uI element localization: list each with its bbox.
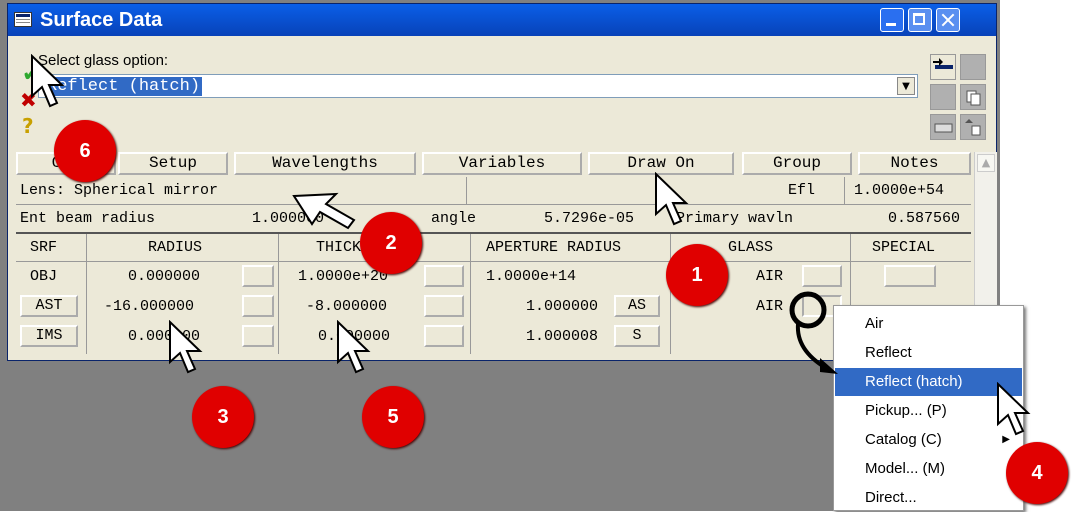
- title-bar[interactable]: Surface Data: [8, 4, 996, 36]
- primary-wavln-value: 0.587560: [888, 210, 961, 227]
- toolbar-blank-button-2[interactable]: [930, 84, 956, 110]
- command-button-bar: Get Setup Wavelengths Variables Draw On …: [16, 152, 981, 175]
- glass-cell[interactable]: AIR: [756, 293, 783, 320]
- thickness-solve-button[interactable]: [424, 325, 464, 347]
- thickness-solve-button[interactable]: [424, 295, 464, 317]
- setup-button[interactable]: Setup: [118, 152, 228, 175]
- srf-button-ast[interactable]: AST: [20, 295, 78, 317]
- divider: [16, 261, 971, 262]
- cursor-arrow-icon: [169, 320, 203, 374]
- copy-icon[interactable]: [960, 84, 986, 110]
- variables-button[interactable]: Variables: [422, 152, 582, 175]
- step-badge-2: 2: [360, 212, 422, 274]
- minimize-button[interactable]: [880, 8, 904, 32]
- ent-beam-label: Ent beam radius: [20, 210, 156, 227]
- close-button[interactable]: [936, 8, 960, 32]
- radius-solve-button[interactable]: [242, 295, 274, 317]
- field-angle-label: angle: [431, 210, 477, 227]
- primary-wavln-label: Primary wavln: [676, 210, 794, 227]
- glass-option-value[interactable]: Reflect (hatch): [45, 77, 203, 96]
- step-badge-4: 4: [1006, 442, 1068, 504]
- menu-item-direct[interactable]: Direct...: [835, 484, 1022, 512]
- col-header-aperture[interactable]: APERTURE RADIUS: [486, 234, 621, 261]
- radius-solve-button[interactable]: [242, 265, 274, 287]
- toolbar-blank-button[interactable]: [960, 54, 986, 80]
- insert-row-icon[interactable]: [930, 54, 956, 80]
- help-question-icon[interactable]: ?: [22, 114, 34, 138]
- col-header-glass[interactable]: GLASS: [728, 234, 773, 261]
- menu-item-catalog-label: Catalog (C): [865, 431, 942, 448]
- table-row[interactable]: OBJ 0.000000 1.0000e+20 1.0000e+14 AIR: [16, 263, 971, 290]
- cursor-arrow-icon: [655, 172, 689, 226]
- cursor-arrow-icon: [337, 320, 371, 374]
- lens-info-row: Lens: Spherical mirror Efl 1.0000e+54: [16, 177, 971, 204]
- aperture-cell[interactable]: 1.000008: [526, 323, 598, 350]
- maximize-button[interactable]: [908, 8, 932, 32]
- step-badge-5: 5: [362, 386, 424, 448]
- thickness-solve-button[interactable]: [424, 265, 464, 287]
- step-badge-1: 1: [666, 244, 728, 306]
- srf-cell: OBJ: [30, 268, 58, 285]
- chevron-down-icon[interactable]: ▼: [897, 77, 915, 95]
- glass-cell[interactable]: AIR: [756, 263, 783, 290]
- glass-option-combobox[interactable]: Reflect (hatch) ▼: [38, 74, 918, 98]
- lens-title: Lens: Spherical mirror: [20, 182, 219, 199]
- srf-button-ims[interactable]: IMS: [20, 325, 78, 347]
- beam-info-row: Ent beam radius 1.000000 angle 5.7296e-0…: [16, 205, 971, 232]
- radius-cell[interactable]: 0.000000: [128, 263, 200, 290]
- keyboard-icon[interactable]: [930, 114, 956, 140]
- radius-cell[interactable]: -16.000000: [104, 293, 194, 320]
- efl-value: 1.0000e+54: [854, 182, 945, 199]
- field-angle-value: 5.7296e-05: [544, 210, 635, 227]
- glass-option-button[interactable]: [802, 265, 842, 287]
- efl-label: Efl: [788, 182, 816, 199]
- col-header-srf[interactable]: SRF: [30, 234, 57, 261]
- menu-item-model[interactable]: Model... (M): [835, 455, 1022, 483]
- step-badge-3: 3: [192, 386, 254, 448]
- divider: [844, 177, 845, 204]
- sort-icon[interactable]: [960, 114, 986, 140]
- cursor-arrow-icon: [292, 192, 356, 230]
- step-badge-6: 6: [54, 120, 116, 182]
- magnifier-arrow-icon: [789, 291, 838, 374]
- scroll-up-icon[interactable]: ▲: [977, 154, 995, 172]
- divider: [466, 177, 467, 204]
- window-title: Surface Data: [40, 9, 163, 31]
- aperture-type-button[interactable]: AS: [614, 295, 660, 317]
- group-button[interactable]: Group: [742, 152, 852, 175]
- aperture-cell[interactable]: 1.000000: [526, 293, 598, 320]
- cursor-arrow-icon: [997, 382, 1031, 436]
- aperture-type-button[interactable]: S: [614, 325, 660, 347]
- wavelengths-button[interactable]: Wavelengths: [234, 152, 416, 175]
- notes-button[interactable]: Notes: [858, 152, 971, 175]
- thickness-cell[interactable]: -8.000000: [306, 293, 387, 320]
- col-header-special[interactable]: SPECIAL: [872, 234, 935, 261]
- table-header-row: SRF RADIUS THICKNESS APERTURE RADIUS GLA…: [16, 234, 971, 261]
- cursor-arrow-icon: [31, 54, 65, 108]
- spreadsheet-icon: [14, 12, 32, 27]
- col-header-radius[interactable]: RADIUS: [148, 234, 202, 261]
- special-button[interactable]: [884, 265, 936, 287]
- aperture-cell[interactable]: 1.0000e+14: [486, 263, 576, 290]
- radius-solve-button[interactable]: [242, 325, 274, 347]
